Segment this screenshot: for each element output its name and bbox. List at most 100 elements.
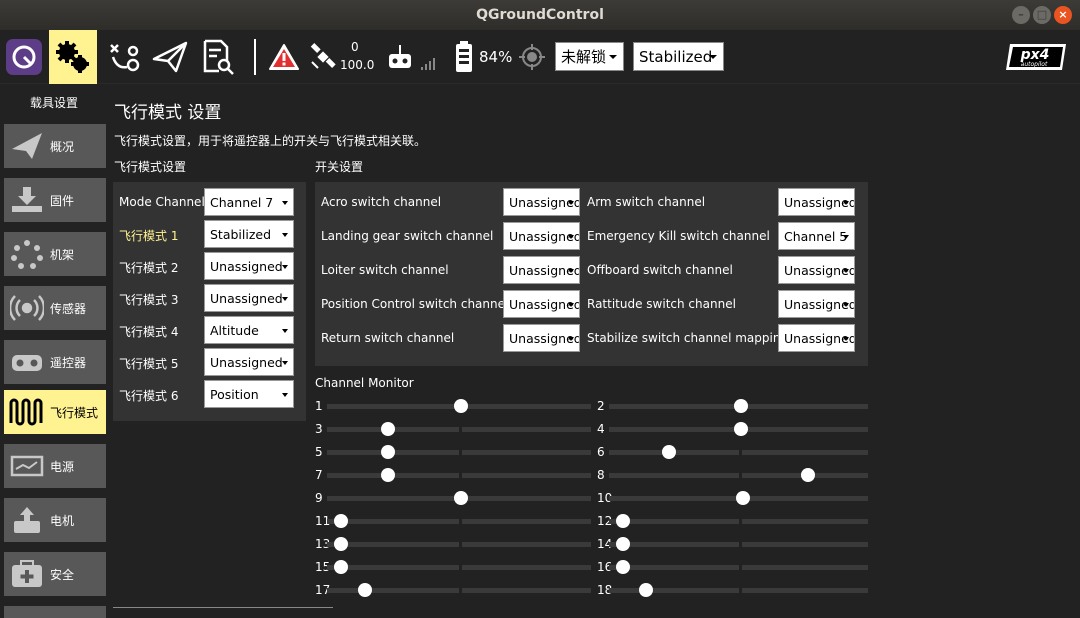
- channel-indicator: [334, 537, 348, 551]
- battery-indicator[interactable]: [452, 30, 476, 84]
- arm-state-dropdown[interactable]: 未解锁: [555, 42, 624, 71]
- satellite-icon: [310, 43, 336, 69]
- rc-rssi-indicator[interactable]: [384, 30, 418, 84]
- channel-indicator: [454, 399, 469, 413]
- rtk-indicator[interactable]: [516, 30, 548, 84]
- settings-gear-button[interactable]: [49, 30, 97, 84]
- flight-mode-dropdown-value: Unassigned: [210, 258, 283, 274]
- switches-panel: Acro switch channel Unassigned Landing gea…: [315, 182, 868, 366]
- channel-number: 7: [315, 468, 323, 482]
- analyze-view-button[interactable]: [195, 30, 239, 84]
- flight-mode-label: 飞行模式 1: [119, 229, 179, 243]
- safety-icon: [4, 552, 50, 596]
- sidebar-item-0[interactable]: 概况: [4, 124, 106, 168]
- sidebar-item-label: 固件: [50, 193, 75, 208]
- switch-channel-dropdown[interactable]: Unassigned: [503, 290, 580, 318]
- channel-indicator: [616, 514, 630, 528]
- switch-channel-dropdown[interactable]: Unassigned: [778, 188, 855, 216]
- chevron-down-icon: [843, 235, 849, 239]
- px4-brand-logo: px4 autopilot: [1006, 42, 1068, 72]
- channel-bar-center: [738, 449, 742, 456]
- sidebar-item-5[interactable]: 飞行模式: [4, 390, 106, 434]
- channel-indicator: [334, 560, 348, 574]
- chevron-down-icon: [282, 201, 288, 205]
- switch-channel-dropdown[interactable]: Unassigned: [503, 256, 580, 284]
- switch-label: Position Control switch channel: [321, 297, 509, 311]
- sidebar-item-1[interactable]: 固件: [4, 178, 106, 222]
- channel-bar-center: [459, 587, 462, 594]
- document-search-icon: [203, 39, 234, 75]
- vehicle-setup-sidebar: 载具设置 概况固件机架传感器遥控器飞行模式电源电机安全: [0, 84, 108, 618]
- switch-label: Arm switch channel: [587, 195, 706, 209]
- switch-channel-dropdown[interactable]: Unassigned: [503, 324, 580, 352]
- sidebar-item-2[interactable]: 机架: [4, 232, 106, 276]
- flight-mode-dropdown[interactable]: Unassigned: [204, 284, 294, 312]
- flight-mode-dropdown[interactable]: Stabilized: [204, 220, 294, 248]
- sidebar-item-3[interactable]: 传感器: [4, 286, 106, 330]
- switch-channel-dropdown[interactable]: Unassigned: [503, 222, 580, 250]
- gps-indicator[interactable]: [306, 30, 340, 84]
- motor-icon: [4, 498, 50, 542]
- channel-indicator: [381, 445, 396, 459]
- airframe-icon: [4, 232, 50, 276]
- download-icon: [4, 178, 50, 222]
- flight-mode-dropdown[interactable]: Stabilized: [633, 42, 724, 71]
- flight-modes-panel: Mode Channel Channel 7 飞行模式 1 Stabilized 飞…: [113, 182, 306, 421]
- switch-label: Acro switch channel: [321, 195, 442, 209]
- switch-channel-dropdown[interactable]: Unassigned: [503, 188, 580, 216]
- sidebar-heading: 载具设置: [29, 96, 78, 110]
- flight-mode-dropdown[interactable]: Position: [204, 380, 294, 408]
- sidebar-item-more[interactable]: [4, 606, 106, 618]
- channel-bar-center: [459, 518, 462, 525]
- mode-channel-label: Mode Channel: [119, 195, 205, 209]
- warning-indicator[interactable]: [266, 30, 302, 84]
- flight-mode-dropdown-value: Altitude: [210, 322, 259, 338]
- battery-icon: [456, 41, 472, 72]
- sidebar-item-label: 安全: [50, 567, 75, 582]
- flight-modes-icon: [4, 390, 50, 434]
- switch-label: Offboard switch channel: [587, 263, 733, 277]
- chevron-down-icon: [709, 55, 717, 59]
- channel-indicator: [733, 399, 748, 413]
- plan-view-button[interactable]: [99, 30, 147, 84]
- flight-mode-dropdown[interactable]: Unassigned: [204, 348, 294, 376]
- mode-channel-dropdown[interactable]: Channel 7: [204, 188, 294, 216]
- chevron-down-icon: [568, 303, 574, 307]
- sidebar-item-label: 飞行模式: [50, 405, 99, 420]
- minimize-icon[interactable]: –: [1012, 6, 1030, 24]
- channel-number: 5: [315, 445, 323, 459]
- fly-view-button[interactable]: [147, 30, 193, 84]
- plan-route-icon: [110, 44, 140, 72]
- channel-bar-center: [459, 426, 462, 433]
- chevron-down-icon: [282, 361, 288, 365]
- sidebar-item-label: 机架: [50, 247, 75, 262]
- flight-mode-dropdown[interactable]: Altitude: [204, 316, 294, 344]
- sidebar-item-8[interactable]: 安全: [4, 552, 106, 596]
- sidebar-item-4[interactable]: 遥控器: [4, 340, 106, 384]
- flight-mode-label: 飞行模式 6: [119, 389, 179, 403]
- switch-channel-dropdown[interactable]: Unassigned: [778, 324, 855, 352]
- radio-icon: [4, 340, 50, 384]
- flight-mode-dropdown[interactable]: Unassigned: [204, 252, 294, 280]
- close-icon[interactable]: ×: [1054, 6, 1072, 24]
- switch-channel-dropdown[interactable]: Channel 5: [778, 222, 855, 250]
- flight-modes-page: 飞行模式 设置 飞行模式设置，用于将遥控器上的开关与飞行模式相关联。 飞行模式设…: [108, 84, 1080, 617]
- maximize-icon[interactable]: □: [1033, 6, 1051, 24]
- channel-indicator: [357, 583, 372, 597]
- battery-percent: 84%: [479, 48, 513, 66]
- switch-channel-dropdown[interactable]: Unassigned: [778, 290, 855, 318]
- qgc-logo-button[interactable]: [0, 30, 48, 84]
- switch-label: Return switch channel: [321, 331, 455, 345]
- chevron-down-icon: [282, 329, 288, 333]
- window-title: QGroundControl: [476, 7, 604, 23]
- sidebar-item-6[interactable]: 电源: [4, 444, 106, 488]
- sidebar-item-label: 电源: [50, 459, 75, 474]
- channel-indicator: [733, 422, 748, 436]
- sidebar-item-7[interactable]: 电机: [4, 498, 106, 542]
- switch-channel-dropdown[interactable]: Unassigned: [778, 256, 855, 284]
- rc-transmitter-icon: [389, 45, 411, 68]
- chevron-down-icon: [282, 265, 288, 269]
- gears-icon: [56, 41, 89, 73]
- channel-number: 4: [597, 422, 605, 436]
- chevron-down-icon: [568, 337, 574, 341]
